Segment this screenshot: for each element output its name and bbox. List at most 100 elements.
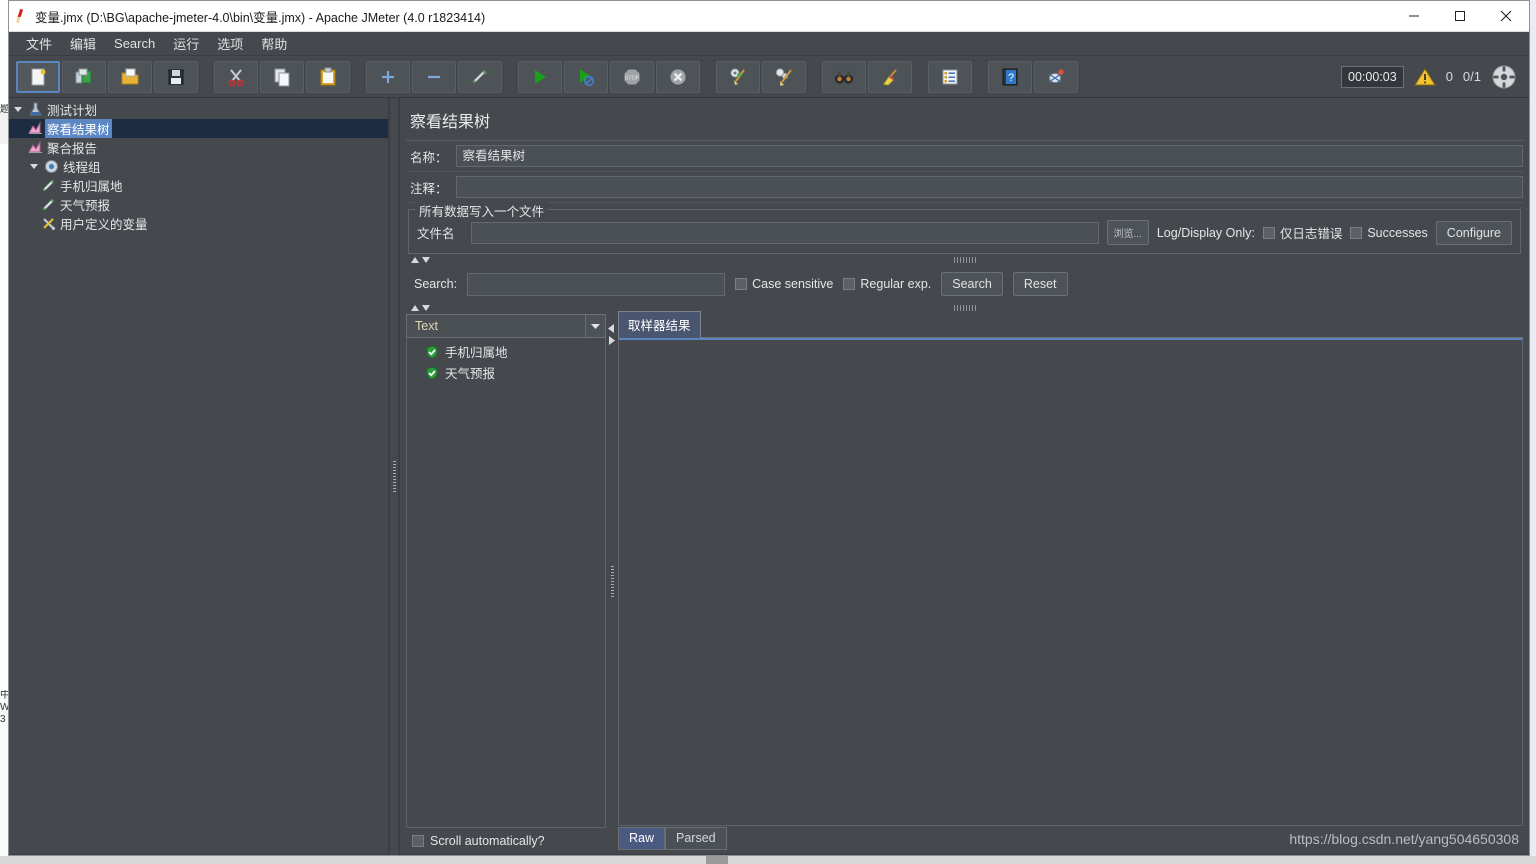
search-input[interactable] [467,272,726,296]
tree-node-user-defined-variables[interactable]: 用户定义的变量 [9,214,388,233]
templates-button[interactable] [62,60,106,93]
list-plus-icon [942,69,958,84]
reset-button[interactable]: Reset [1012,272,1068,296]
binoculars-icon [835,70,853,83]
thread-activity-icon[interactable] [1491,64,1517,90]
toolbar-status-area: 00:00:03 0 0/1 [1341,64,1523,90]
menu-options[interactable]: 选项 [208,32,252,55]
scroll-automatically-checkbox[interactable]: Scroll automatically? [406,828,606,850]
expand-all-button[interactable] [366,60,410,93]
watermark: https://blog.csdn.net/yang504650308 [1289,831,1519,847]
clear-all-button[interactable] [762,60,806,93]
test-plan-icon [26,102,45,117]
list-item[interactable]: 手机归属地 [407,341,605,362]
test-plan-tree[interactable]: 测试计划 察看结果树 聚合报告 线程组 手机归属地 天气预报 用户定义的变量 [9,98,389,855]
sampler-result-pane: 取样器结果 Raw Parsed [618,311,1523,850]
search-button[interactable] [822,60,866,93]
successes-checkbox[interactable]: Successes [1350,226,1428,240]
expand-toggle-icon[interactable] [27,162,42,171]
start-button[interactable] [518,60,562,93]
list-item[interactable]: 天气预报 [407,362,605,383]
name-input[interactable]: 察看结果树 [455,145,1523,167]
minus-icon [428,75,440,78]
clear-button[interactable] [716,60,760,93]
configure-button[interactable]: Configure [1435,220,1512,245]
search-bar: Search: Case sensitive Regular exp. Sear… [406,266,1523,302]
tree-node-view-results-tree[interactable]: 察看结果树 [9,119,388,138]
checkbox-box-icon [1350,226,1363,239]
stop-sign-icon: STOP [624,69,640,84]
splitter-collapse-right-icon[interactable] [608,332,615,350]
plus-icon [382,70,394,83]
menu-run[interactable]: 运行 [164,32,208,55]
save-button[interactable] [154,60,198,93]
sampler-result-content[interactable] [618,338,1523,826]
tree-node-test-plan[interactable]: 测试计划 [9,100,388,119]
expand-toggle-icon[interactable] [11,105,26,114]
maximize-icon[interactable] [1437,1,1483,32]
paste-button[interactable] [306,60,350,93]
tree-label: 线程组 [63,161,101,175]
write-results-group: 所有数据写入一个文件 文件名 浏览... Log/Display Only: 仅… [408,201,1521,254]
chevron-down-icon [422,257,430,263]
cut-button[interactable] [214,60,258,93]
stop-button[interactable]: STOP [610,60,654,93]
tree-node-aggregate-report[interactable]: 聚合报告 [9,138,388,157]
reset-search-button[interactable] [868,60,912,93]
open-button[interactable] [108,60,152,93]
chevron-down-icon[interactable] [585,315,605,337]
tree-node-thread-group[interactable]: 线程组 [9,157,388,176]
horizontal-splitter-bottom[interactable] [408,302,1521,314]
start-no-pauses-button[interactable] [564,60,608,93]
name-label: 名称： [410,150,448,165]
tab-sampler-result[interactable]: 取样器结果 [618,311,701,338]
copy-icon [274,68,290,86]
menu-file[interactable]: 文件 [17,32,61,55]
list-item-label: 天气预报 [445,367,496,381]
renderer-select[interactable]: Text [406,314,606,338]
search-label: Search: [414,277,458,291]
play-no-pause-icon [580,68,595,86]
tree-label: 用户定义的变量 [60,218,148,232]
new-button[interactable] [16,60,60,93]
chevron-down-icon [422,305,430,311]
splitter-grip-icon [392,460,396,493]
tree-node-weather-forecast[interactable]: 天气预报 [9,195,388,214]
function-helper-button[interactable] [928,60,972,93]
shutdown-button[interactable] [656,60,700,93]
errors-only-checkbox[interactable]: 仅日志错误 [1262,223,1343,242]
errors-only-label: 仅日志错误 [1279,227,1343,241]
warning-triangle-icon[interactable] [1413,67,1436,87]
minimize-icon[interactable] [1391,1,1437,32]
tab-raw[interactable]: Raw [618,827,666,850]
tab-parsed[interactable]: Parsed [665,827,727,850]
menu-edit[interactable]: 编辑 [61,32,105,55]
regular-exp-checkbox[interactable]: Regular exp. [843,277,931,291]
element-config-panel: 察看结果树 名称： 察看结果树 注释： 所有数据写入一个文件 文件名 浏览...… [399,98,1529,855]
search-button[interactable]: Search [941,272,1003,296]
results-vertical-splitter[interactable] [606,314,618,850]
copy-button[interactable] [260,60,304,93]
toggle-button[interactable] [458,60,502,93]
filename-input[interactable] [470,221,1099,244]
menu-help[interactable]: 帮助 [252,32,296,55]
horizontal-splitter-top[interactable] [408,254,1521,266]
results-list[interactable]: 手机归属地 天气预报 [406,338,606,828]
close-icon[interactable] [1483,1,1529,32]
splitter-collapse-arrows[interactable] [408,256,431,264]
log-display-only-label: Log/Display Only: [1156,225,1255,240]
menu-search-label: Search [114,36,156,51]
success-shield-icon [426,365,438,380]
browse-button[interactable]: 浏览... [1106,220,1149,245]
undo-redo-button[interactable] [1034,60,1078,93]
tree-node-phone-location[interactable]: 手机归属地 [9,176,388,195]
splitter-collapse-arrows[interactable] [408,304,431,312]
svg-text:?: ? [1008,72,1014,84]
comment-input[interactable] [455,176,1523,198]
comment-row: 注释： [406,172,1523,203]
help-button[interactable]: ? [988,60,1032,93]
case-sensitive-checkbox[interactable]: Case sensitive [735,277,833,291]
menu-search[interactable]: Search [105,34,164,53]
collapse-all-button[interactable] [412,60,456,93]
main-vertical-splitter[interactable] [389,98,399,855]
